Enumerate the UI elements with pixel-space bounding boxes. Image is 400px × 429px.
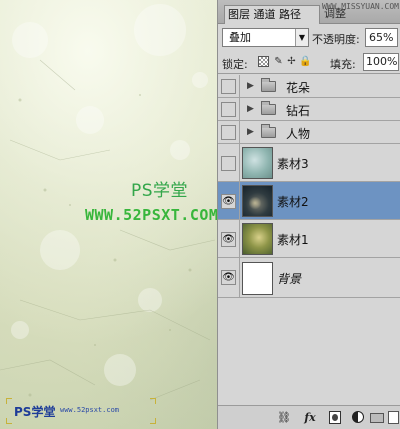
opacity-label: 不透明度: [312,33,360,46]
lock-row: 锁定: ✎ ✢ 🔒 填充: 100% [218,50,400,74]
layer-name: 花朵 [286,81,311,95]
layer-material-2[interactable]: 👁 素材2 [218,182,400,220]
folder-icon [261,78,276,92]
fx-icon[interactable]: fx [302,411,318,424]
layer-name: 钻石 [286,104,311,118]
layer-material-3[interactable]: 素材3 [218,144,400,182]
layer-name: 人物 [286,127,311,141]
lock-position-icon[interactable]: ✢ [286,56,297,67]
fill-label: 填充: [330,58,356,71]
layer-thumbnail [242,262,273,295]
eye-icon[interactable]: 👁 [221,232,236,247]
folder-icon [261,124,276,138]
layer-name: 素材1 [277,233,309,247]
lock-label: 锁定: [222,58,248,71]
chevron-down-icon: ▼ [295,29,308,46]
layer-thumbnail [242,147,273,179]
layer-thumbnail [242,223,273,255]
panel-tabbar: 图层 通道 路径 调整 WWW.MISSYUAN.COM [218,0,400,24]
watermark-url: WWW.52PSXT.COM [85,206,219,224]
layer-name: 背景 [277,272,302,286]
layer-name: 素材3 [277,157,309,171]
layers-panel: 图层 通道 路径 调整 WWW.MISSYUAN.COM 叠加 ▼ 不透明度: … [217,0,400,429]
visibility-toggle[interactable] [221,125,236,140]
lock-transparency-icon[interactable] [258,56,269,67]
layer-group-people[interactable]: ▶ 人物 [218,121,400,144]
layers-list: ▶ 花朵 ▶ 钻石 ▶ 人物 素材3 👁 素材2 👁 素材1 👁 背景 [218,75,400,395]
blend-row: 叠加 ▼ 不透明度: 65% [218,25,400,50]
panel-bottom-bar: ⛓ fx [218,405,400,429]
opacity-input[interactable]: 65% [365,28,398,47]
eye-icon[interactable]: 👁 [221,270,236,285]
add-mask-icon[interactable] [329,411,341,424]
new-group-icon[interactable] [370,413,384,423]
disclosure-triangle-icon[interactable]: ▶ [247,102,254,117]
fill-input[interactable]: 100% [363,53,399,71]
eye-icon[interactable]: 👁 [221,194,236,209]
lock-pixels-icon[interactable]: ✎ [273,56,284,67]
layer-thumbnail [242,185,273,217]
visibility-toggle[interactable] [221,156,236,171]
blend-mode-value: 叠加 [229,31,251,44]
disclosure-triangle-icon[interactable]: ▶ [247,125,254,140]
layer-material-1[interactable]: 👁 素材1 [218,220,400,258]
layer-name: 素材2 [277,195,309,209]
tab-layers[interactable]: 图层 通道 路径 [224,5,320,24]
new-layer-icon[interactable] [388,411,399,424]
visibility-toggle[interactable] [221,102,236,117]
link-layers-icon[interactable]: ⛓ [276,411,292,424]
visibility-toggle[interactable] [221,79,236,94]
disclosure-triangle-icon[interactable]: ▶ [247,79,254,94]
watermark-bottom-logo: PS学堂 www.52psxt.com [6,398,156,424]
watermark-ps-xuetang: PS学堂 [131,181,189,201]
site-tag: WWW.MISSYUAN.COM [321,2,399,11]
watermark-bottom-url: www.52psxt.com [60,406,120,414]
watermark-bottom-ps: PS学堂 [14,405,56,419]
layer-group-diamonds[interactable]: ▶ 钻石 [218,98,400,121]
lock-all-icon[interactable]: 🔒 [299,56,311,67]
layer-background[interactable]: 👁 背景 [218,258,400,298]
layer-group-flowers[interactable]: ▶ 花朵 [218,75,400,98]
folder-icon [261,101,276,115]
adjustment-layer-icon[interactable] [352,411,364,423]
blend-mode-select[interactable]: 叠加 ▼ [222,28,309,47]
